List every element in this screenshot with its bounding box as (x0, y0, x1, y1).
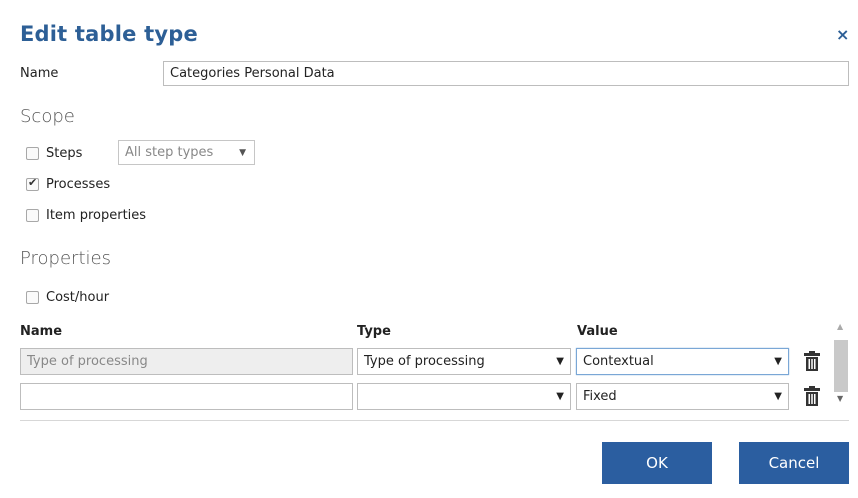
cancel-button[interactable]: Cancel (739, 442, 849, 484)
step-types-select[interactable]: All step types ▼ (118, 140, 255, 165)
steps-checkbox[interactable] (26, 147, 39, 160)
processes-option[interactable]: Processes (26, 176, 111, 192)
row1-value-value: Contextual (583, 354, 654, 369)
name-input[interactable] (163, 61, 849, 86)
column-header-name: Name (20, 324, 63, 339)
step-types-value: All step types (125, 145, 214, 160)
table-scrollbar[interactable]: ▲ ▼ (833, 322, 849, 410)
row1-type-value: Type of processing (364, 354, 485, 369)
trash-icon[interactable] (804, 386, 820, 406)
name-label: Name (20, 66, 59, 81)
row2-value-value: Fixed (583, 389, 617, 404)
cost-hour-label: Cost/hour (46, 290, 110, 305)
caret-down-icon: ▼ (239, 147, 246, 158)
footer-divider (20, 420, 849, 421)
row2-type-select[interactable]: ▼ (357, 383, 571, 410)
cost-hour-option[interactable]: Cost/hour (26, 290, 109, 305)
scope-heading: Scope (20, 106, 75, 127)
cost-hour-checkbox[interactable] (26, 291, 39, 304)
item-properties-option[interactable]: Item properties (26, 208, 146, 223)
caret-down-icon: ▼ (556, 391, 564, 402)
caret-down-icon: ▼ (774, 356, 782, 367)
row2-value-select[interactable]: Fixed ▼ (576, 383, 789, 410)
row1-name-field: Type of processing (20, 348, 353, 375)
scrollbar-thumb[interactable] (834, 340, 848, 392)
ok-button[interactable]: OK (602, 442, 712, 484)
item-properties-label: Item properties (46, 208, 147, 223)
row1-name-value: Type of processing (27, 354, 148, 369)
properties-heading: Properties (20, 248, 111, 269)
close-icon[interactable]: × (836, 25, 849, 44)
scroll-down-icon[interactable]: ▼ (837, 394, 843, 403)
steps-label: Steps (46, 146, 83, 161)
trash-icon[interactable] (804, 351, 820, 371)
processes-label: Processes (46, 177, 111, 192)
processes-checkbox[interactable] (26, 176, 39, 191)
column-header-type: Type (357, 324, 391, 339)
item-properties-checkbox[interactable] (26, 209, 39, 222)
row1-value-select[interactable]: Contextual ▼ (576, 348, 789, 375)
scroll-up-icon[interactable]: ▲ (837, 322, 843, 331)
caret-down-icon: ▼ (774, 391, 782, 402)
row2-name-field[interactable] (20, 383, 353, 410)
steps-option[interactable]: Steps (26, 146, 82, 161)
dialog-title: Edit table type (20, 22, 198, 46)
column-header-value: Value (577, 324, 618, 339)
caret-down-icon: ▼ (556, 356, 564, 367)
row1-type-select[interactable]: Type of processing ▼ (357, 348, 571, 375)
